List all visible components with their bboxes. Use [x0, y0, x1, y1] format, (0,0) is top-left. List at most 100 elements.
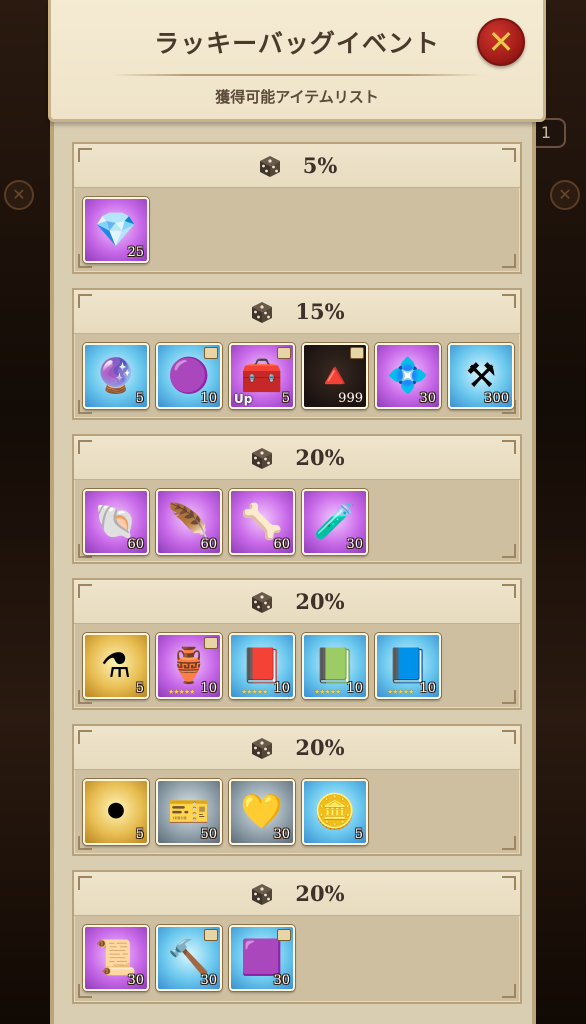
item-quantity: 10 [419, 681, 436, 696]
item-slot[interactable]: 🔺 999 [302, 343, 368, 409]
item-slot[interactable]: ⚗ 5 [83, 633, 149, 699]
item-slot[interactable]: 🎫 50 [156, 779, 222, 845]
tier-section: 20% ⚗ 5 🏺 ★★★★★ 10 📕 ★★★★★ 10 📗 ★★★★★ 10 📘 ★★★★★ 10 [72, 578, 522, 710]
bound-tag-icon [204, 929, 218, 941]
bound-tag-icon [277, 347, 291, 359]
wing-icon: 🪶 [167, 502, 211, 542]
item-slot[interactable]: 🔮 5 [83, 343, 149, 409]
item-slot[interactable]: 🏺 ★★★★★ 10 [156, 633, 222, 699]
crystal-shard-icon: 💠 [386, 356, 430, 396]
item-list: 🐚 60 🪶 60 🦴 60 🧪 30 [74, 480, 520, 555]
item-slot[interactable]: 📗 ★★★★★ 10 [302, 633, 368, 699]
blue-diamond-icon: 💎 [94, 210, 138, 250]
scroll-icon: 📜 [94, 938, 138, 978]
item-quantity: 30 [346, 537, 363, 552]
item-list: ⚗ 5 🏺 ★★★★★ 10 📕 ★★★★★ 10 📗 ★★★★★ 10 📘 ★★★★★ 10 [74, 624, 520, 699]
ticket-icon: 🎫 [167, 792, 211, 832]
tier-section: 15% 🔮 5 🟣 10 🧰 Up 5 🔺 999 💠 30 ⚒ 300 [72, 288, 522, 420]
item-slot[interactable]: 📘 ★★★★★ 10 [375, 633, 441, 699]
tier-header: 20% [74, 580, 520, 624]
item-slot[interactable]: 🧰 Up 5 [229, 343, 295, 409]
item-quantity: 60 [127, 537, 144, 552]
corner-ornament [502, 254, 516, 268]
item-slot[interactable]: 🪶 60 [156, 489, 222, 555]
item-slot[interactable]: 📕 ★★★★★ 10 [229, 633, 295, 699]
dice-icon [259, 155, 280, 177]
treasure-chest-icon: 🧰 [240, 356, 284, 396]
item-list: 📜 30 🔨 30 🟪 30 [74, 916, 520, 991]
magic-orb-icon: 🔮 [94, 356, 138, 396]
anvil-icon: ⚒ [465, 356, 497, 396]
item-slot[interactable]: 🟣 10 [156, 343, 222, 409]
item-slot[interactable]: 💎 25 [83, 197, 149, 263]
corner-ornament [78, 730, 92, 744]
dark-orbs-icon: ⚫ [101, 792, 131, 832]
tier-header: 20% [74, 872, 520, 916]
item-quantity: 50 [200, 827, 217, 842]
close-icon: ✕ [487, 23, 515, 61]
tier-section: 20% ⚫ 5 🎫 50 💛 30 🪙 5 [72, 724, 522, 856]
item-slot[interactable]: ⚫ 5 [83, 779, 149, 845]
blue-tome-icon: 📘 [386, 646, 430, 686]
title-divider [111, 74, 483, 76]
hammer-icon: 🔨 [167, 938, 211, 978]
item-slot[interactable]: 📜 30 [83, 925, 149, 991]
panel-subtitle: 獲得可能アイテムリスト [215, 88, 379, 106]
star-rating: ★★★★★ [168, 688, 195, 696]
corner-ornament [502, 730, 516, 744]
item-slot[interactable]: ⚒ 300 [448, 343, 514, 409]
item-slot[interactable]: 💠 30 [375, 343, 441, 409]
item-quantity: 5 [135, 391, 144, 406]
item-quantity: 60 [273, 537, 290, 552]
corner-ornament [502, 876, 516, 890]
red-crystal-icon: 🔺 [313, 356, 357, 396]
close-button[interactable]: ✕ [477, 18, 525, 66]
amethyst-icon: 🟪 [240, 938, 284, 978]
item-slot[interactable]: 🦴 60 [229, 489, 295, 555]
upgrade-label: Up [234, 392, 253, 406]
item-quantity: 30 [273, 973, 290, 988]
item-slot[interactable]: 🪙 5 [302, 779, 368, 845]
horn-icon: 🐚 [94, 502, 138, 542]
item-slot[interactable]: 🐚 60 [83, 489, 149, 555]
golden-heart-icon: 💛 [240, 792, 284, 832]
corner-ornament [78, 584, 92, 598]
dice-icon [252, 301, 273, 323]
tier-percent: 20% [295, 735, 345, 760]
bound-tag-icon [277, 929, 291, 941]
panel-title: ラッキーバッグイベント [154, 29, 440, 58]
purple-gem-icon: 🟣 [167, 356, 211, 396]
item-quantity: 30 [200, 973, 217, 988]
bound-tag-icon [204, 637, 218, 649]
corner-ornament [78, 876, 92, 890]
item-quantity: 5 [354, 827, 363, 842]
orange-potion-icon: ⚗ [100, 646, 132, 686]
item-quantity: 5 [135, 827, 144, 842]
tier-percent: 5% [302, 153, 338, 178]
corner-ornament [502, 544, 516, 558]
item-slot[interactable]: 🔨 30 [156, 925, 222, 991]
item-slot[interactable]: 🧪 30 [302, 489, 368, 555]
item-quantity: 10 [200, 391, 217, 406]
tier-percent: 15% [295, 299, 345, 324]
dice-icon [252, 737, 273, 759]
lucky-bag-panel: ラッキーバッグイベント 獲得可能アイテムリスト ✕ 5% 💎 25 15% 🔮 5 🟣 10 🧰… [48, 0, 546, 1024]
item-quantity: 10 [273, 681, 290, 696]
tier-percent: 20% [295, 445, 345, 470]
claw-icon: 🦴 [240, 502, 284, 542]
background-ornament-icon: ✕ [4, 180, 34, 210]
tier-header: 5% [74, 144, 520, 188]
tier-percent: 20% [295, 881, 345, 906]
tier-header: 15% [74, 290, 520, 334]
corner-ornament [502, 984, 516, 998]
tier-section: 5% 💎 25 [72, 142, 522, 274]
corner-ornament [502, 836, 516, 850]
green-tome-icon: 📗 [313, 646, 357, 686]
item-slot[interactable]: 🟪 30 [229, 925, 295, 991]
dice-icon [252, 591, 273, 613]
panel-header: ラッキーバッグイベント 獲得可能アイテムリスト ✕ [48, 0, 546, 122]
corner-ornament [78, 440, 92, 454]
item-slot[interactable]: 💛 30 [229, 779, 295, 845]
corner-ornament [78, 148, 92, 162]
item-quantity: 999 [338, 391, 363, 406]
